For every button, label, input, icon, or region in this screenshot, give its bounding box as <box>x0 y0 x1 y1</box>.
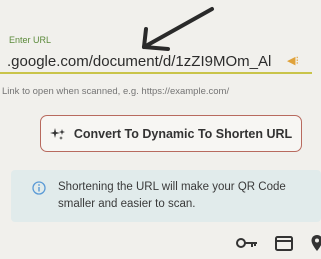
handwritten-arrow-icon <box>142 7 214 51</box>
info-icon <box>32 181 46 195</box>
convert-to-dynamic-button[interactable]: Convert To Dynamic To Shorten URL <box>40 115 302 152</box>
sparkle-icon <box>49 127 65 140</box>
card-icon[interactable] <box>275 236 293 251</box>
pin-icon[interactable] <box>311 234 321 252</box>
convert-button-label: Convert To Dynamic To Shorten URL <box>73 126 293 141</box>
url-hint: Link to open when scanned, e.g. https://… <box>2 86 230 97</box>
info-text: Shortening the URL will make your QR Cod… <box>58 181 286 210</box>
key-icon[interactable] <box>236 236 258 250</box>
info-box: Shortening the URL will make your QR Cod… <box>11 170 321 222</box>
link-icon[interactable]: ◀︎⁝ <box>287 53 305 69</box>
url-input[interactable] <box>0 50 312 74</box>
url-field-label: Enter URL <box>9 35 52 45</box>
